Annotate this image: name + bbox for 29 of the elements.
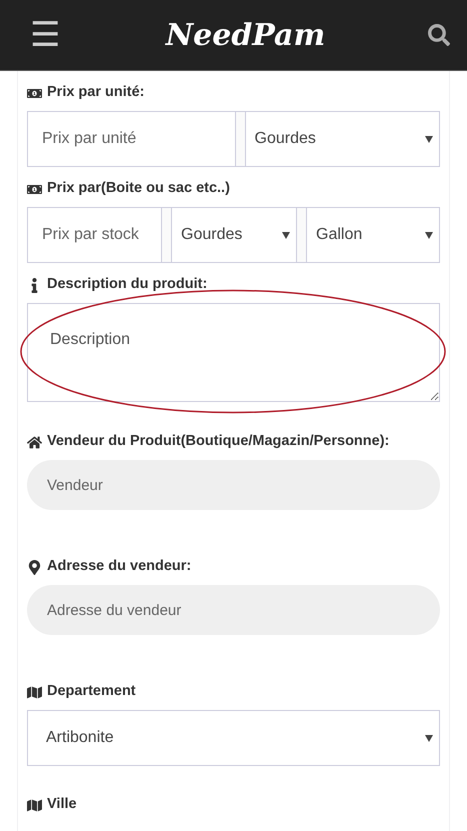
dropdown[interactable]: Gourdes (244, 111, 440, 167)
field-label: Description du produit: (47, 275, 208, 294)
field-label: Prix par unité: (47, 83, 144, 102)
input-addon (162, 207, 171, 263)
map-pin-icon (27, 560, 42, 574)
field-label: Ville (47, 795, 77, 814)
input-addon (297, 207, 306, 263)
logo: NeedPam (166, 16, 326, 54)
search-icon[interactable] (428, 24, 450, 46)
menu-button[interactable]: ☰ (27, 18, 63, 52)
field-label: Adresse du vendeur: (47, 557, 192, 576)
caret-icon (282, 232, 290, 238)
dropdown[interactable]: Artibonite (27, 710, 440, 766)
dropdown[interactable]: Gourdes (171, 207, 297, 263)
map-icon (27, 798, 42, 812)
description-field[interactable]: Description (27, 303, 440, 402)
field-label: Prix par(Boite ou sac etc..) (47, 179, 230, 198)
caret-icon (425, 136, 433, 142)
price-field[interactable]: Prix par unité (27, 111, 236, 167)
price-field[interactable]: Prix par stock (27, 207, 162, 263)
text-field[interactable]: Adresse du vendeur (27, 585, 440, 635)
dropdown[interactable]: Gallon (306, 207, 440, 263)
map-icon (27, 684, 42, 700)
caret-icon (425, 232, 433, 238)
text-field[interactable]: Vendeur (27, 460, 440, 510)
field-label: Vendeur du Produit(Boutique/Magazin/Personne): (47, 432, 390, 452)
caret-icon (425, 734, 433, 742)
field-label: Departement (47, 682, 136, 702)
home-icon (27, 434, 42, 450)
